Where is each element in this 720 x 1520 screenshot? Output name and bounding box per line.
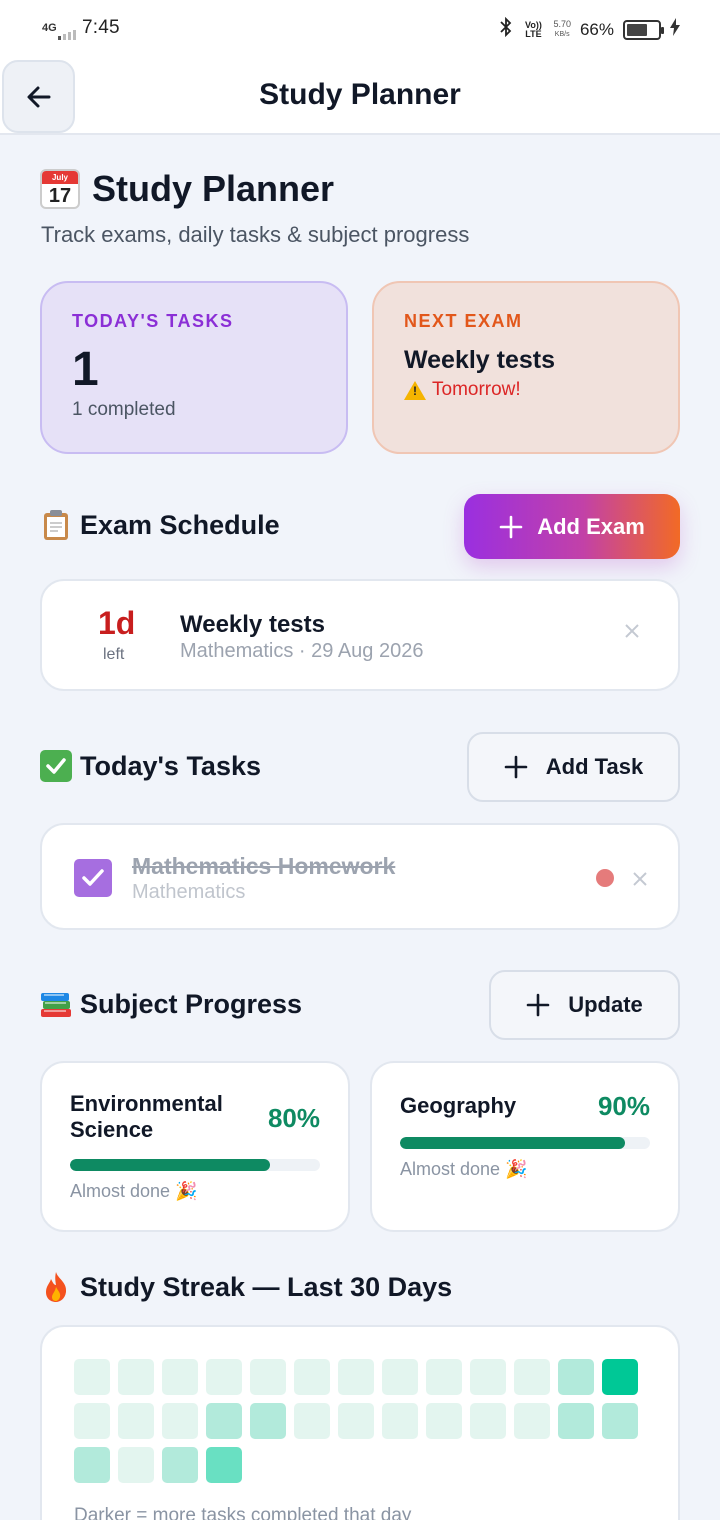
subject-card[interactable]: Geography 90% Almost done 🎉	[370, 1061, 680, 1232]
close-icon	[633, 872, 647, 886]
fire-icon	[40, 1271, 72, 1303]
exam-name: Weekly tests	[180, 611, 325, 638]
streak-day-cell	[206, 1359, 242, 1395]
streak-day-cell	[74, 1359, 110, 1395]
network-speed: 5.70 KB/s	[553, 19, 571, 39]
streak-day-cell	[294, 1359, 330, 1395]
todays-tasks-completed: 1 completed	[72, 399, 176, 420]
streak-grid	[74, 1359, 638, 1483]
charging-icon	[670, 18, 680, 41]
subject-percent: 80%	[267, 1103, 320, 1133]
streak-day-cell	[602, 1403, 638, 1439]
app-bar: Study Planner	[0, 58, 720, 135]
plus-icon	[526, 993, 550, 1017]
exam-days-left-label: left	[103, 646, 125, 663]
exam-days-left: 1d	[98, 605, 136, 641]
close-icon	[625, 624, 639, 638]
streak-day-cell	[294, 1403, 330, 1439]
streak-day-cell	[206, 1403, 242, 1439]
priority-dot	[596, 869, 614, 887]
task-item: Mathematics Homework Mathematics	[40, 823, 680, 930]
check-icon	[82, 869, 104, 886]
todays-tasks-card: TODAY'S TASKS 1 1 completed	[40, 281, 348, 454]
subject-progress-fill	[400, 1137, 625, 1149]
todays-tasks-count: 1	[72, 343, 99, 396]
subject-progress-bar	[70, 1159, 320, 1171]
todays-tasks-heading: Today's Tasks	[40, 750, 261, 782]
status-bar: 4G 7:45 Vo)) LTE 5.70 KB/s 66%	[0, 0, 720, 58]
streak-day-cell	[118, 1359, 154, 1395]
clock: 7:45	[82, 17, 120, 38]
streak-day-cell	[470, 1403, 506, 1439]
task-subject: Mathematics	[132, 881, 246, 903]
streak-day-cell	[74, 1447, 110, 1483]
streak-day-cell	[206, 1447, 242, 1483]
page-subtitle: Track exams, daily tasks & subject progr…	[41, 222, 470, 247]
subject-note: Almost done 🎉	[400, 1159, 528, 1179]
delete-exam-button[interactable]	[624, 619, 640, 645]
check-mark-icon	[40, 750, 72, 782]
bluetooth-icon	[499, 16, 513, 42]
streak-day-cell	[118, 1447, 154, 1483]
streak-day-cell	[162, 1403, 198, 1439]
add-exam-button[interactable]: Add Exam	[464, 494, 680, 559]
streak-day-cell	[602, 1359, 638, 1395]
delete-task-button[interactable]	[632, 867, 648, 893]
streak-day-cell	[426, 1359, 462, 1395]
clipboard-icon	[40, 509, 72, 541]
exam-item[interactable]: 1d left Weekly tests Mathematics · 29 Au…	[40, 579, 680, 691]
app-bar-title: Study Planner	[259, 78, 461, 111]
next-exam-name: Weekly tests	[404, 346, 556, 374]
streak-day-cell	[250, 1403, 286, 1439]
subject-note: Almost done 🎉	[70, 1181, 198, 1201]
battery-icon	[623, 19, 664, 40]
page-title: July 17 Study Planner	[40, 168, 334, 210]
streak-day-cell	[382, 1403, 418, 1439]
streak-day-cell	[118, 1403, 154, 1439]
subject-progress-fill	[70, 1159, 270, 1171]
subject-progress-heading: Subject Progress	[40, 988, 302, 1020]
streak-day-cell	[162, 1447, 198, 1483]
streak-day-cell	[514, 1359, 550, 1395]
volte-indicator: Vo)) LTE	[525, 19, 542, 39]
streak-day-cell	[558, 1403, 594, 1439]
update-progress-button[interactable]: Update	[489, 970, 680, 1040]
page-title-text: Study Planner	[92, 168, 335, 209]
task-title: Mathematics Homework	[132, 853, 396, 879]
calendar-icon: July 17	[40, 169, 80, 209]
streak-legend-note: Darker = more tasks completed that day	[74, 1505, 412, 1520]
subject-progress-bar	[400, 1137, 650, 1149]
streak-card: Darker = more tasks completed that day	[40, 1325, 680, 1520]
task-checkbox[interactable]	[74, 859, 112, 897]
streak-day-cell	[558, 1359, 594, 1395]
signal-icon	[58, 26, 76, 40]
subject-name: Environmental Science	[70, 1091, 223, 1142]
books-icon	[40, 988, 72, 1020]
todays-tasks-label: TODAY'S TASKS	[72, 311, 234, 331]
exam-schedule-heading: Exam Schedule	[40, 509, 280, 541]
subject-card[interactable]: Environmental Science 80% Almost done 🎉	[40, 1061, 350, 1232]
streak-day-cell	[162, 1359, 198, 1395]
streak-day-cell	[426, 1403, 462, 1439]
next-exam-card: NEXT EXAM Weekly tests Tomorrow!	[372, 281, 680, 454]
study-streak-heading: Study Streak — Last 30 Days	[40, 1271, 452, 1303]
streak-day-cell	[338, 1359, 374, 1395]
streak-day-cell	[74, 1403, 110, 1439]
next-exam-when: Tomorrow!	[404, 379, 648, 401]
add-task-button[interactable]: Add Task	[467, 732, 680, 802]
streak-day-cell	[250, 1359, 286, 1395]
subject-name: Geography	[400, 1093, 517, 1118]
battery-level	[627, 23, 647, 36]
subject-percent: 90%	[597, 1091, 650, 1121]
streak-day-cell	[338, 1403, 374, 1439]
battery-percent: 66%	[579, 19, 614, 39]
plus-icon	[504, 755, 528, 779]
warning-icon	[404, 380, 426, 400]
exam-meta: Mathematics · 29 Aug 2026	[180, 640, 424, 662]
plus-icon	[499, 515, 523, 538]
streak-day-cell	[382, 1359, 418, 1395]
streak-day-cell	[470, 1359, 506, 1395]
next-exam-label: NEXT EXAM	[404, 311, 523, 331]
streak-day-cell	[514, 1403, 550, 1439]
